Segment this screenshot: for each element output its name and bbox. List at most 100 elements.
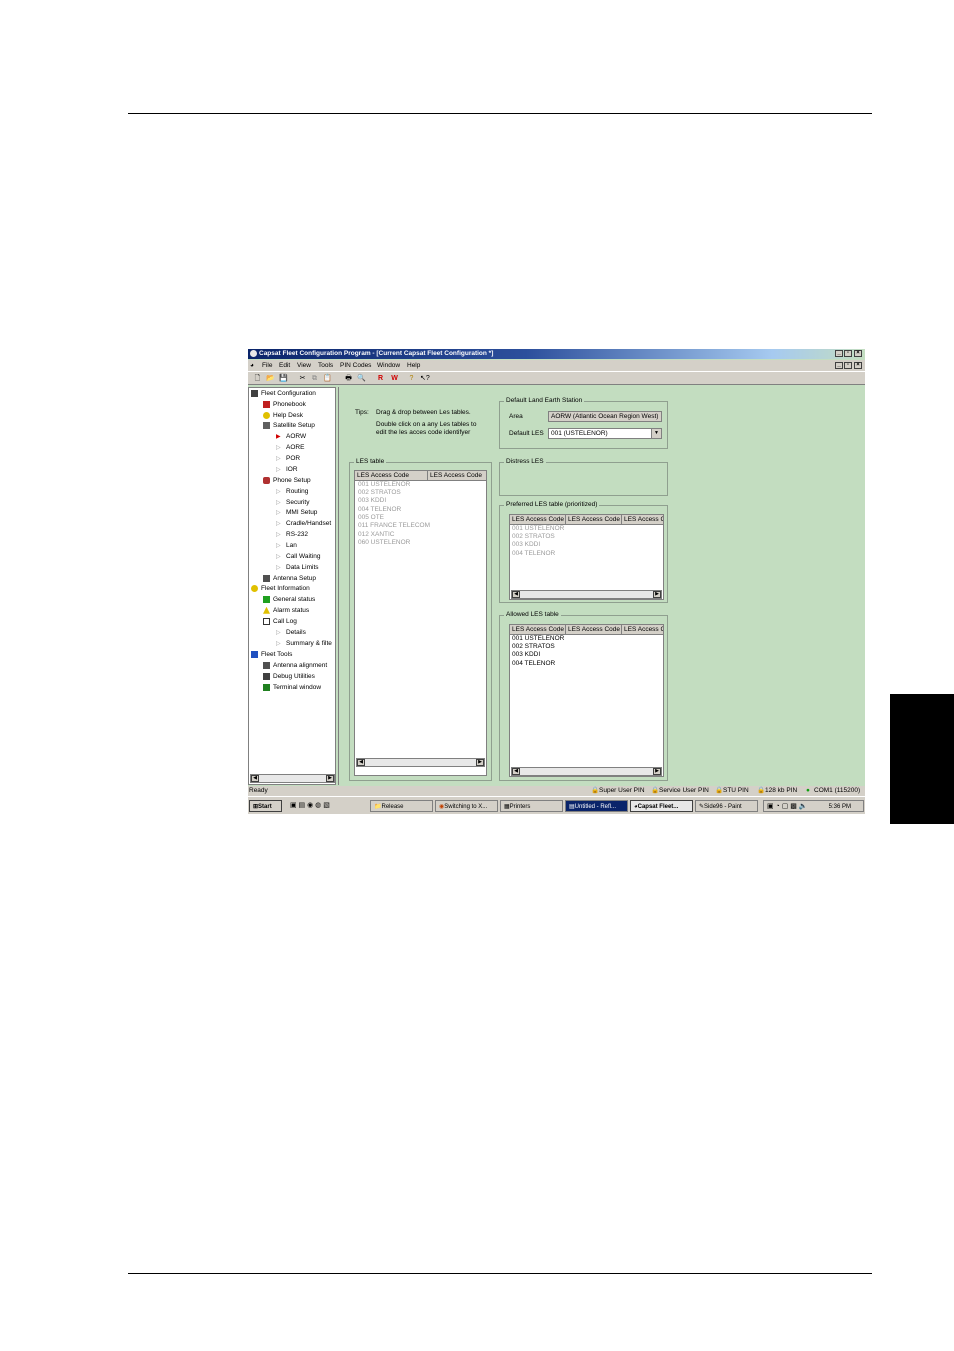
paste-icon[interactable]: 📋 — [323, 374, 332, 383]
list-item[interactable]: 003 KDDI — [512, 541, 540, 549]
help-icon[interactable]: ? — [407, 374, 416, 383]
task-printers[interactable]: ▦Printers — [500, 800, 563, 812]
scroll-right-icon[interactable]: ▶ — [653, 768, 661, 775]
list-item[interactable]: 002 STRATOS — [512, 533, 555, 541]
tree-item-antenna-alignment[interactable]: Antenna alignment — [263, 661, 327, 671]
tree-item-summary-filter[interactable]: ▷ Summary & filte — [276, 639, 332, 649]
child-minimize-icon[interactable]: _ — [835, 362, 843, 369]
menu-view[interactable]: View — [297, 360, 311, 371]
scroll-right-icon[interactable]: ▶ — [476, 759, 484, 766]
tree-item-alarm-status[interactable]: Alarm status — [263, 606, 309, 616]
list-item[interactable]: 002 STRATOS — [512, 643, 555, 651]
close-icon[interactable]: × — [854, 350, 862, 357]
column-header[interactable]: LES Access C — [622, 515, 663, 524]
list-item[interactable]: 012 XANTIC — [358, 531, 395, 539]
tree-item-por[interactable]: ▷ POR — [276, 454, 300, 464]
tree-item-details[interactable]: ▷ Details — [276, 628, 306, 638]
scroll-left-icon[interactable]: ◀ — [512, 591, 520, 598]
open-folder-icon[interactable]: 📂 — [266, 374, 275, 383]
scroll-right-icon[interactable]: ▶ — [653, 591, 661, 598]
read-red-icon[interactable]: R — [376, 374, 385, 383]
list-item[interactable]: 003 KDDI — [358, 497, 386, 505]
column-header[interactable]: LES Access Code — [428, 471, 486, 480]
tree-item-help-desk[interactable]: Help Desk — [263, 411, 303, 421]
chevron-down-icon[interactable]: ▼ — [651, 429, 661, 438]
new-file-icon[interactable]: 🗋 — [253, 374, 262, 383]
list-item[interactable]: 001 USTELENOR — [358, 481, 410, 489]
column-header[interactable]: LES Access C — [622, 625, 663, 634]
tree-item-aore[interactable]: ▷ AORE — [276, 443, 304, 453]
list-item[interactable]: 002 STRATOS — [358, 489, 401, 497]
copy-icon[interactable]: ⧉ — [310, 374, 319, 383]
tree-item-aorw[interactable]: ▶ AORW — [276, 432, 306, 442]
column-header[interactable]: LES Access Code — [510, 625, 566, 634]
task-release[interactable]: 📁Release — [370, 800, 433, 812]
column-header[interactable]: LES Access Code — [566, 515, 622, 524]
child-restore-icon[interactable]: ▫ — [844, 362, 852, 369]
menu-window[interactable]: Window — [377, 360, 400, 371]
tree-item-lan[interactable]: ▷ Lan — [276, 541, 297, 551]
task-capsat[interactable]: ◕Capsat Fleet... — [630, 800, 693, 812]
scroll-left-icon[interactable]: ◀ — [512, 768, 520, 775]
child-close-icon[interactable]: × — [854, 362, 862, 369]
tree-item-antenna-setup[interactable]: Antenna Setup — [263, 574, 316, 584]
tree-item-phonebook[interactable]: Phonebook — [263, 400, 306, 410]
tree-item-fleet-information[interactable]: Fleet Information — [251, 584, 310, 594]
tree-item-debug-utilities[interactable]: Debug Utilities — [263, 672, 315, 682]
tree-item-mmi-setup[interactable]: ▷ MMI Setup — [276, 508, 317, 518]
menu-pin-codes[interactable]: PIN Codes — [340, 360, 371, 371]
quicklaunch-icons[interactable]: ▣ ▤ ◉ ◍ ▧ — [290, 801, 330, 809]
tree-item-general-status[interactable]: General status — [263, 595, 315, 605]
tree-item-ior[interactable]: ▷ IOR — [276, 465, 298, 475]
preferred-les-list[interactable]: LES Access Code LES Access Code LES Acce… — [509, 514, 664, 600]
tree-item-terminal-window[interactable]: Terminal window — [263, 683, 321, 693]
task-untitled[interactable]: ▤Untitled - Refl... — [565, 800, 628, 812]
cut-icon[interactable]: ✂ — [298, 374, 307, 383]
list-item[interactable]: 001 USTELENOR — [512, 635, 564, 643]
column-header[interactable]: LES Access Code — [566, 625, 622, 634]
list-item[interactable]: 004 TELENOR — [512, 550, 555, 558]
list-item[interactable]: 001 USTELENOR — [512, 525, 564, 533]
write-red-icon[interactable]: W — [390, 374, 399, 383]
minimize-icon[interactable]: _ — [835, 350, 843, 357]
allowed-les-list[interactable]: LES Access Code LES Access Code LES Acce… — [509, 624, 664, 777]
preferred-les-hscrollbar[interactable]: ◀ ▶ — [511, 590, 662, 599]
menu-tools[interactable]: Tools — [318, 360, 333, 371]
list-item[interactable]: 004 TELENOR — [512, 660, 555, 668]
start-button[interactable]: ⊞Start — [249, 800, 282, 812]
tree-item-satellite-setup[interactable]: Satellite Setup — [263, 421, 315, 431]
list-item[interactable]: 003 KDDI — [512, 651, 540, 659]
tree-item-rs232[interactable]: ▷ RS-232 — [276, 530, 308, 540]
tree-item-fleet-tools[interactable]: Fleet Tools — [251, 650, 292, 660]
les-table-hscrollbar[interactable]: ◀ ▶ — [356, 758, 485, 767]
tree-item-phone-setup[interactable]: Phone Setup — [263, 476, 311, 486]
list-item[interactable]: 060 USTELENOR — [358, 539, 410, 547]
default-les-dropdown[interactable]: 001 (USTELENOR) ▼ — [548, 428, 662, 439]
scroll-left-icon[interactable]: ◀ — [251, 775, 259, 782]
tree-item-routing[interactable]: ▷ Routing — [276, 487, 308, 497]
task-switching[interactable]: ◉Switching to X... — [435, 800, 498, 812]
restore-icon[interactable]: ▫ — [844, 350, 852, 357]
scroll-right-icon[interactable]: ▶ — [326, 775, 334, 782]
print-icon[interactable]: 🖶 — [344, 374, 353, 383]
tree-item-fleet-configuration[interactable]: Fleet Configuration — [251, 389, 316, 399]
list-item[interactable]: 005 OTE — [358, 514, 384, 522]
column-header[interactable]: LES Access Code — [355, 471, 428, 480]
scroll-left-icon[interactable]: ◀ — [357, 759, 365, 766]
les-table-list[interactable]: LES Access Code LES Access Code 001 USTE… — [354, 470, 487, 776]
save-icon[interactable]: 💾 — [279, 374, 288, 383]
tree-hscrollbar[interactable]: ◀ ▶ — [250, 774, 335, 783]
print-preview-icon[interactable]: 🔍 — [357, 374, 366, 383]
allowed-les-hscrollbar[interactable]: ◀ ▶ — [511, 767, 662, 776]
list-item[interactable]: 004 TELENOR — [358, 506, 401, 514]
tray-icons[interactable]: ▣ ◔ ▢ ▩ 🔈 — [767, 803, 808, 810]
tree-item-call-log[interactable]: Call Log — [263, 617, 297, 627]
tree-item-data-limits[interactable]: ▷ Data Limits — [276, 563, 319, 573]
clock[interactable]: 5:36 PM — [829, 801, 851, 811]
tree-item-cradle-handset[interactable]: ▷ Cradle/Handset — [276, 519, 331, 529]
list-item[interactable]: 011 FRANCE TELECOM — [358, 522, 430, 530]
column-header[interactable]: LES Access Code — [510, 515, 566, 524]
menu-file[interactable]: File — [262, 360, 272, 371]
context-help-icon[interactable]: ↖? — [420, 374, 430, 383]
menu-edit[interactable]: Edit — [279, 360, 290, 371]
